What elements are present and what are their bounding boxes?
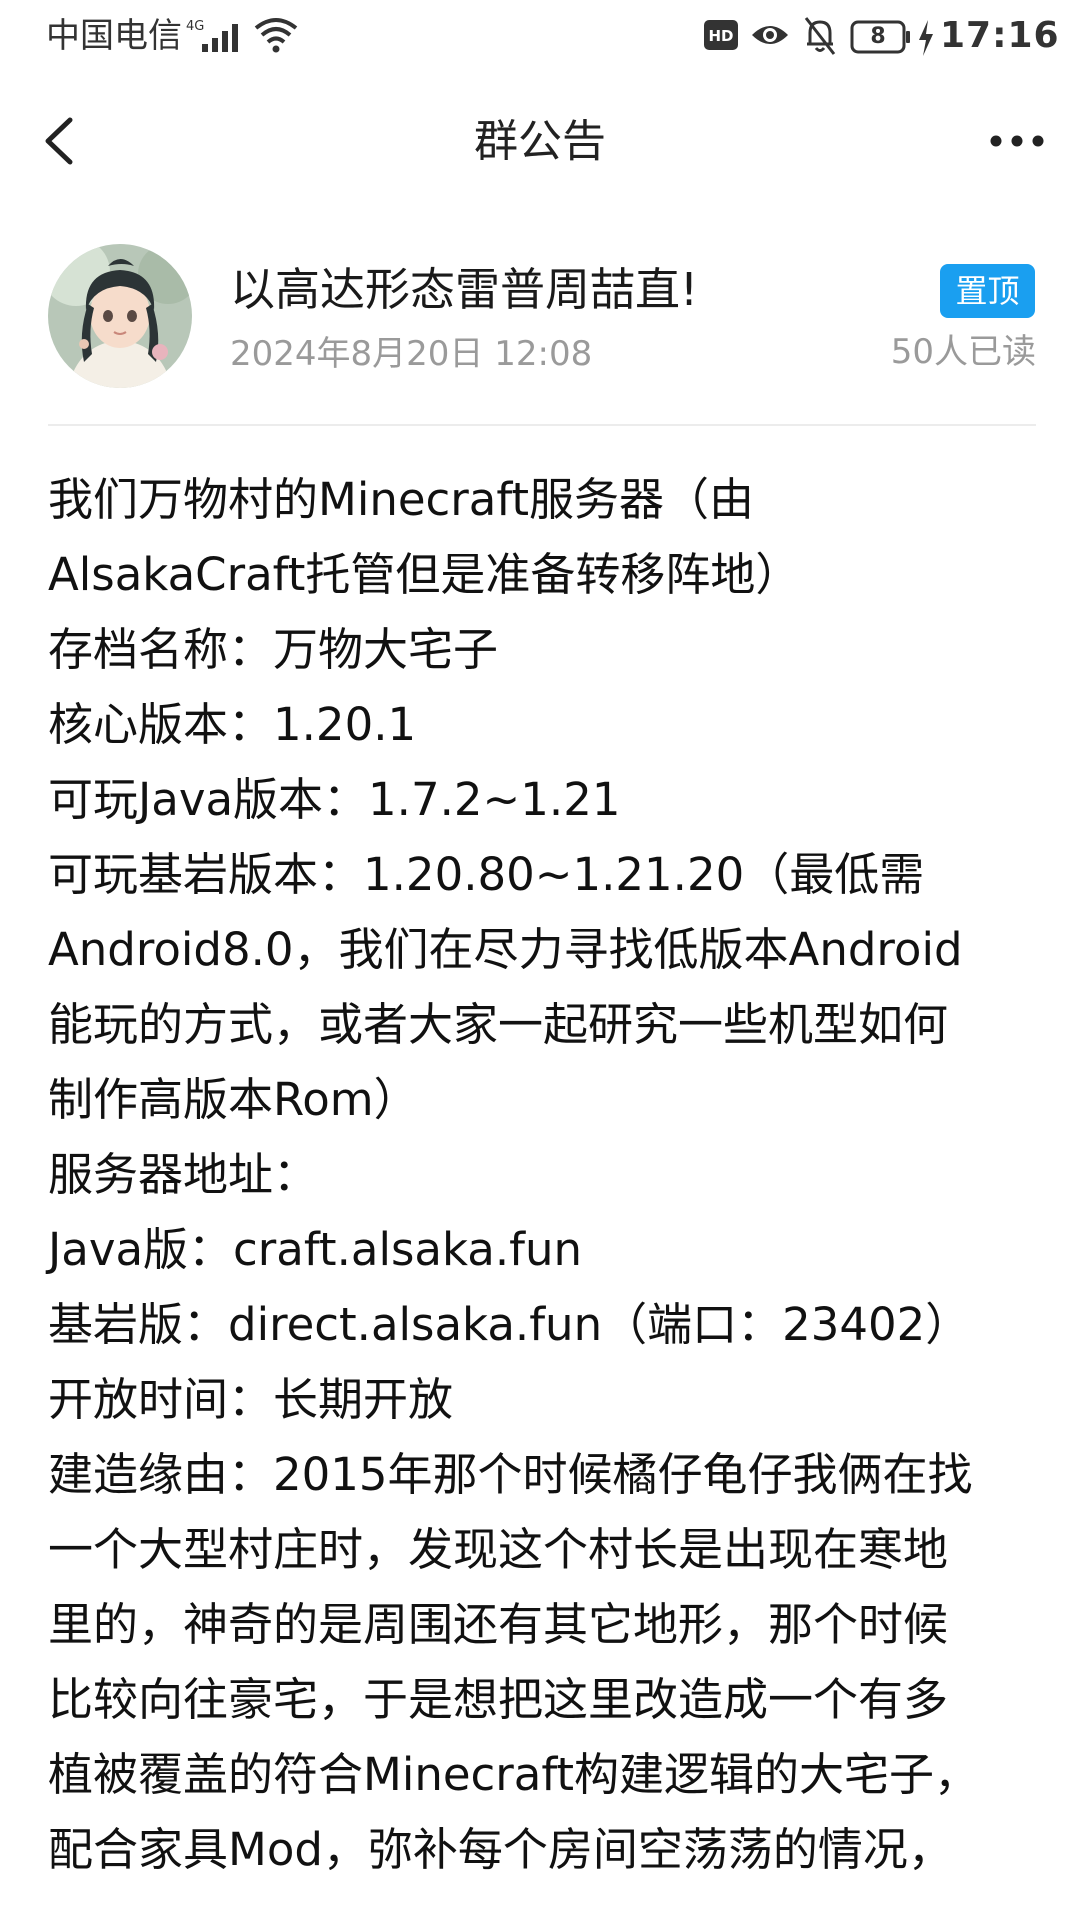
body-line: 可玩Java版本：1.7.2~1.21 [48, 773, 621, 826]
svg-text:HD: HD [708, 27, 733, 45]
body-line: 配合家具Mod，弥补每个房间空荡荡的情况， [48, 1823, 953, 1876]
body-line: 比较向往豪宅，于是想把这里改造成一个有多 [48, 1673, 949, 1726]
body-line: 一个大型村庄时，发现这个村长是出现在寒地 [48, 1523, 949, 1576]
body-line: 建造缘由：2015年那个时候橘仔龟仔我俩在找 [48, 1448, 973, 1501]
page-title: 群公告 [474, 116, 606, 167]
network-type-label: 4G [186, 19, 204, 34]
body-line: Java版：craft.alsaka.fun [48, 1223, 583, 1276]
author-name: 以高达形态雷普周喆直! [230, 263, 699, 316]
body-line: 制作高版本Rom） [48, 1073, 419, 1126]
wifi-icon [254, 18, 298, 53]
more-horizontal-icon [990, 135, 1044, 147]
hd-voice-icon: HD [704, 20, 738, 50]
body-line: AlsakaCraft托管但是准备转移阵地） [48, 548, 801, 601]
avatar-image [48, 244, 192, 388]
status-time: 17:16 [940, 15, 1060, 56]
nav-bar: 群公告 [0, 76, 1080, 206]
body-line: 存档名称：万物大宅子 [48, 623, 499, 676]
body-line: 核心版本：1.20.1 [48, 698, 417, 751]
bell-off-icon [804, 17, 836, 55]
signal-icon: 4G [186, 19, 238, 52]
body-line: 服务器地址： [48, 1148, 319, 1201]
announcement-header: 以高达形态雷普周喆直! 2024年8月20日 12:08 置顶 50人已读 [0, 240, 1080, 400]
battery-level: 8 [870, 24, 886, 49]
screen: 中国电信 4G HD 8 17:16 群公告 以高达形态雷普周喆直! 2024年… [0, 0, 1080, 1920]
pinned-badge: 置顶 [940, 264, 1035, 318]
announcement-body: 我们万物村的Minecraft服务器（由 AlsakaCraft托管但是准备转移… [48, 462, 1048, 1887]
body-line: 里的，神奇的是周围还有其它地形，那个时候 [48, 1598, 949, 1651]
body-line: 开放时间：长期开放 [48, 1373, 454, 1426]
read-count[interactable]: 50人已读 [891, 330, 1036, 374]
eye-comfort-icon [752, 26, 788, 44]
charging-bolt-icon [919, 20, 933, 56]
body-line: Android8.0，我们在尽力寻找低版本Android [48, 923, 963, 976]
body-line: 基岩版：direct.alsaka.fun（端口：23402） [48, 1298, 971, 1351]
carrier-name: 中国电信 [46, 16, 182, 56]
body-line: 可玩基岩版本：1.20.80~1.21.20（最低需 [48, 848, 925, 901]
body-line: 能玩的方式，或者大家一起研究一些机型如何 [48, 998, 949, 1051]
post-date: 2024年8月20日 12:08 [230, 334, 593, 374]
header-divider [48, 424, 1036, 426]
body-line: 我们万物村的Minecraft服务器（由 [48, 473, 755, 526]
status-bar: 中国电信 4G HD 8 17:16 [0, 0, 1080, 76]
avatar[interactable] [48, 244, 192, 388]
body-line: 植被覆盖的符合Minecraft构建逻辑的大宅子， [48, 1748, 980, 1801]
more-options-button[interactable] [982, 106, 1052, 176]
